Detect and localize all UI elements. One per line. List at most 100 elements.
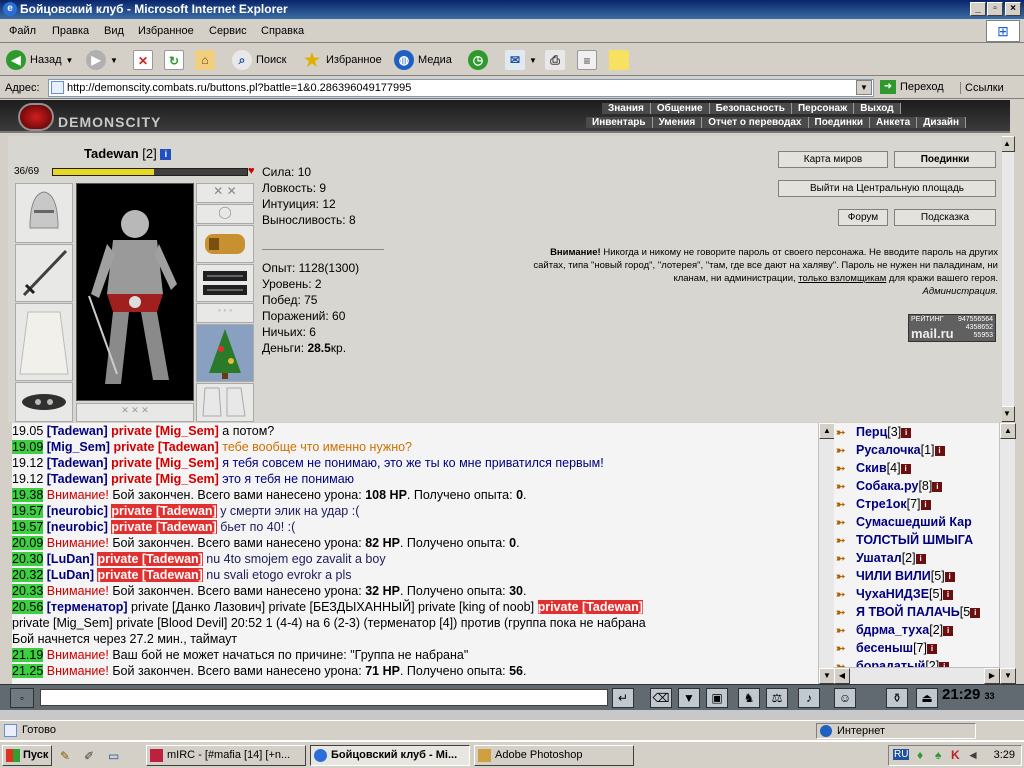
private-arrow-icon[interactable]: ➳ <box>836 586 856 601</box>
private-arrow-icon[interactable]: ➳ <box>836 460 856 475</box>
go-button[interactable]: ➜ Переход <box>880 80 944 94</box>
online-user-name[interactable]: Перц <box>856 425 887 439</box>
chat-author[interactable]: [Mig_Sem] <box>47 440 110 454</box>
tray-icon-1[interactable]: ♦ <box>917 748 923 762</box>
private-arrow-icon[interactable]: ➳ <box>836 424 856 439</box>
online-user[interactable]: ➳ Собака.ру[8] i <box>836 477 943 495</box>
online-user-name[interactable]: Сумасшедший Кар <box>856 515 972 529</box>
online-user[interactable]: ➳ ЧИЛИ ВИЛИ[5] i <box>836 567 955 585</box>
warning-link-hackers[interactable]: только взломщикам <box>798 273 886 284</box>
online-user-name[interactable]: Русалочка <box>856 443 921 457</box>
chat-time[interactable]: 20.30 <box>12 552 44 566</box>
chat-author[interactable]: [neurobic] <box>47 504 108 518</box>
chat-private-target[interactable]: private [Tadewan] <box>111 504 217 518</box>
chat-author[interactable]: [терменатор] <box>47 600 128 614</box>
online-user[interactable]: ➳ Русалочка[1] i <box>836 441 945 459</box>
chat-private-target[interactable]: private [Tadewan] <box>537 600 643 614</box>
online-user[interactable]: ➳ Я ТВОЙ ПАЛАЧЬ[5 i <box>836 603 981 621</box>
info-icon[interactable]: i <box>915 553 926 564</box>
task-ie[interactable]: Бойцовский клуб - Mi... <box>310 745 470 766</box>
smile-icon[interactable]: ☺ <box>834 688 856 708</box>
online-user-name[interactable]: ЧИЛИ ВИЛИ <box>856 569 931 583</box>
scroll-down-arrow[interactable]: ▼ <box>819 668 835 684</box>
gloves-slot[interactable] <box>196 225 254 263</box>
private-arrow-icon[interactable]: ➳ <box>836 658 856 667</box>
links-button[interactable]: Ссылки <box>960 82 1004 94</box>
small-slots[interactable]: ◦ ◦ ◦ <box>196 303 254 323</box>
close-button[interactable]: × <box>1005 2 1021 16</box>
chat-time[interactable]: 21.25 <box>12 664 44 678</box>
info-icon[interactable]: i <box>160 149 172 161</box>
private-arrow-icon[interactable]: ➳ <box>836 514 856 529</box>
filter-icon[interactable]: ▼ <box>678 688 700 708</box>
world-map-button[interactable]: Карта миров <box>778 151 888 168</box>
trade-icon[interactable]: ⚖ <box>766 688 788 708</box>
volume-icon[interactable]: ◄ <box>967 748 979 762</box>
menu-edit[interactable]: Правка <box>52 25 89 37</box>
chat-private-target[interactable]: private [Mig_Sem] <box>111 424 219 438</box>
pocket-slots[interactable]: ✕ ✕ ✕ <box>76 403 194 422</box>
quicklaunch-icon-3[interactable]: ▭ <box>108 749 119 763</box>
amulet-slot[interactable]: ✕ ✕ <box>196 183 254 203</box>
chat-time[interactable]: 19.09 <box>12 440 44 454</box>
history-button[interactable]: ◷ <box>468 48 488 72</box>
chat-private-target[interactable]: private [Tadewan] <box>97 568 203 582</box>
online-user[interactable]: ➳ Скив[4] i <box>836 459 911 477</box>
online-user-name[interactable]: Я ТВОЙ ПАЛАЧЬ <box>856 605 960 619</box>
online-user[interactable]: ➳ бдрма_туха[2] i <box>836 621 954 639</box>
tray-icon-2[interactable]: ♠ <box>935 748 941 762</box>
online-user[interactable]: ➳ Сумасшедший Кар <box>836 513 972 531</box>
chat-time[interactable]: 20.09 <box>12 536 44 550</box>
online-user[interactable]: ➳ ТОЛСТЫЙ ШМЫГА <box>836 531 973 549</box>
save-icon[interactable]: ▣ <box>706 688 728 708</box>
language-indicator[interactable]: RU <box>893 749 910 760</box>
character-name[interactable]: Tadewan [2] i <box>84 146 172 161</box>
info-icon[interactable]: i <box>944 571 955 582</box>
exit-square-button[interactable]: Выйти на Центральную площадь <box>778 180 996 197</box>
online-user[interactable]: ➳ Перц[3] i <box>836 423 912 441</box>
chat-time[interactable]: 20.33 <box>12 584 44 598</box>
tree-item-slot[interactable] <box>196 324 254 382</box>
info-icon[interactable]: i <box>932 481 943 492</box>
scroll-down-arrow[interactable]: ▼ <box>1000 668 1016 684</box>
info-icon[interactable]: i <box>942 589 953 600</box>
chat-scrollbar[interactable]: ▲ ▼ <box>818 423 835 684</box>
online-hscrollbar[interactable]: ◀ ▶ <box>834 667 1000 684</box>
minimize-button[interactable]: _ <box>970 2 986 16</box>
nav-security[interactable]: Безопасность <box>710 103 792 114</box>
media-button[interactable]: ◍ Медиа <box>394 48 452 72</box>
chat-author[interactable]: [LuDan] <box>47 568 94 582</box>
online-user[interactable]: ➳ ЧухаНИДЗЕ[5] i <box>836 585 953 603</box>
info-icon[interactable]: i <box>901 427 912 438</box>
nav-duels[interactable]: Поединки <box>809 117 871 128</box>
online-user-name[interactable]: Ушатал <box>856 551 902 565</box>
private-arrow-icon[interactable]: ➳ <box>836 550 856 565</box>
online-user-name[interactable]: ТОЛСТЫЙ ШМЫГА <box>856 533 973 547</box>
task-photoshop[interactable]: Adobe Photoshop <box>474 745 634 766</box>
chat-time[interactable]: 21.19 <box>12 648 44 662</box>
quicklaunch-icon-2[interactable]: ✐ <box>84 749 94 763</box>
online-user-name[interactable]: Собака.ру <box>856 479 918 493</box>
info-icon[interactable]: i <box>970 607 981 618</box>
nav-communication[interactable]: Общение <box>651 103 710 114</box>
back-button[interactable]: ◀ Назад ▼ <box>6 48 73 72</box>
forum-button[interactable]: Форум <box>838 209 888 226</box>
scroll-left-arrow[interactable]: ◀ <box>834 668 850 684</box>
print-button[interactable]: ⎙ <box>545 48 565 72</box>
scroll-up-arrow[interactable]: ▲ <box>1000 423 1016 439</box>
refresh-button[interactable]: ↻ <box>164 48 184 72</box>
quicklaunch-icon-1[interactable]: ✎ <box>60 749 70 763</box>
online-user-name[interactable]: Стре1ок <box>856 497 907 511</box>
private-arrow-icon[interactable]: ➳ <box>836 622 856 637</box>
send-icon[interactable]: ↵ <box>612 688 634 708</box>
chat-private-target[interactable]: private [Mig_Sem] <box>111 472 219 486</box>
chat-author[interactable]: [Tadewan] <box>47 456 108 470</box>
chat-time[interactable]: 19.12 <box>12 472 43 486</box>
online-user[interactable]: ➳ бесеныш[7] i <box>836 639 937 657</box>
chat-private-target[interactable]: private [Mig_Sem] <box>111 456 219 470</box>
stop-button[interactable]: ✕ <box>133 48 153 72</box>
nav-exit[interactable]: Выход <box>854 103 901 114</box>
private-arrow-icon[interactable]: ➳ <box>836 442 856 457</box>
start-button[interactable]: Пуск <box>2 745 52 766</box>
private-arrow-icon[interactable]: ➳ <box>836 604 856 619</box>
